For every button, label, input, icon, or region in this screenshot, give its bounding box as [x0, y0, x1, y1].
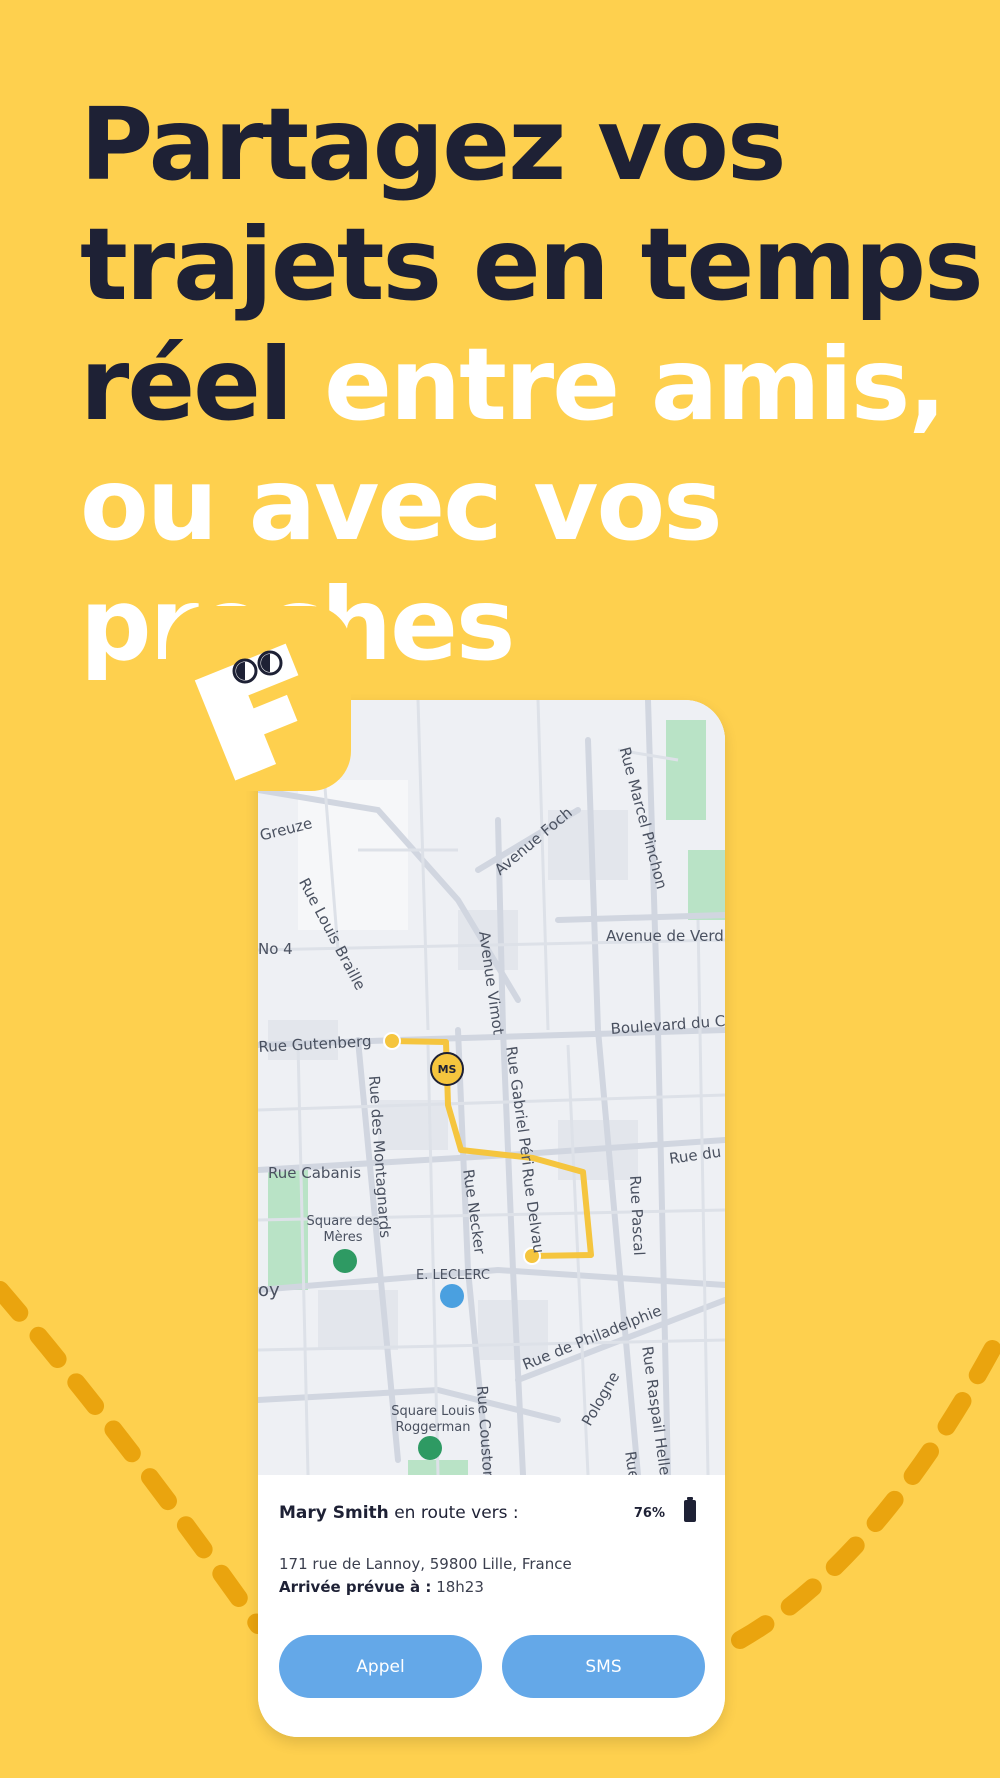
trip-status-text: en route vers :: [394, 1503, 519, 1523]
headline: Partagez vos trajets en temps réel entre…: [80, 85, 1000, 685]
poi-square-louis[interactable]: Square Louis Roggerman: [383, 1404, 483, 1436]
app-logo: [166, 606, 351, 791]
battery-level: 76%: [633, 1506, 665, 1521]
street-label: No 4: [258, 940, 293, 958]
street-label: Avenue de Verd: [606, 927, 724, 945]
sms-button[interactable]: SMS: [502, 1635, 705, 1698]
route-start-dot: [383, 1032, 401, 1050]
map-view[interactable]: MS Greuze Avenue Foch Rue Marcel Pinchon…: [258, 700, 725, 1481]
street-label: oy: [258, 1280, 280, 1301]
poi-leclerc[interactable]: E. LECLERC: [408, 1268, 498, 1284]
destination-address: 171 rue de Lannoy, 59800 Lille, France: [279, 1555, 572, 1573]
user-marker[interactable]: MS: [430, 1052, 464, 1086]
poi-square-meres[interactable]: Square des Mères: [298, 1214, 388, 1246]
eta-line: Arrivée prévue à : 18h23: [279, 1578, 484, 1596]
trip-status: Mary Smith en route vers :: [279, 1503, 519, 1523]
phone-mockup: MS Greuze Avenue Foch Rue Marcel Pinchon…: [258, 700, 725, 1737]
trip-info-card: Mary Smith en route vers : 76% 171 rue d…: [258, 1475, 725, 1737]
eta-label: Arrivée prévue à :: [279, 1578, 432, 1596]
call-button[interactable]: Appel: [279, 1635, 482, 1698]
logo-icon: [194, 643, 299, 781]
contact-name: Mary Smith: [279, 1503, 389, 1523]
street-label: Rue Cabanis: [268, 1164, 362, 1182]
battery-icon: [684, 1497, 696, 1522]
eta-time: 18h23: [436, 1578, 484, 1596]
